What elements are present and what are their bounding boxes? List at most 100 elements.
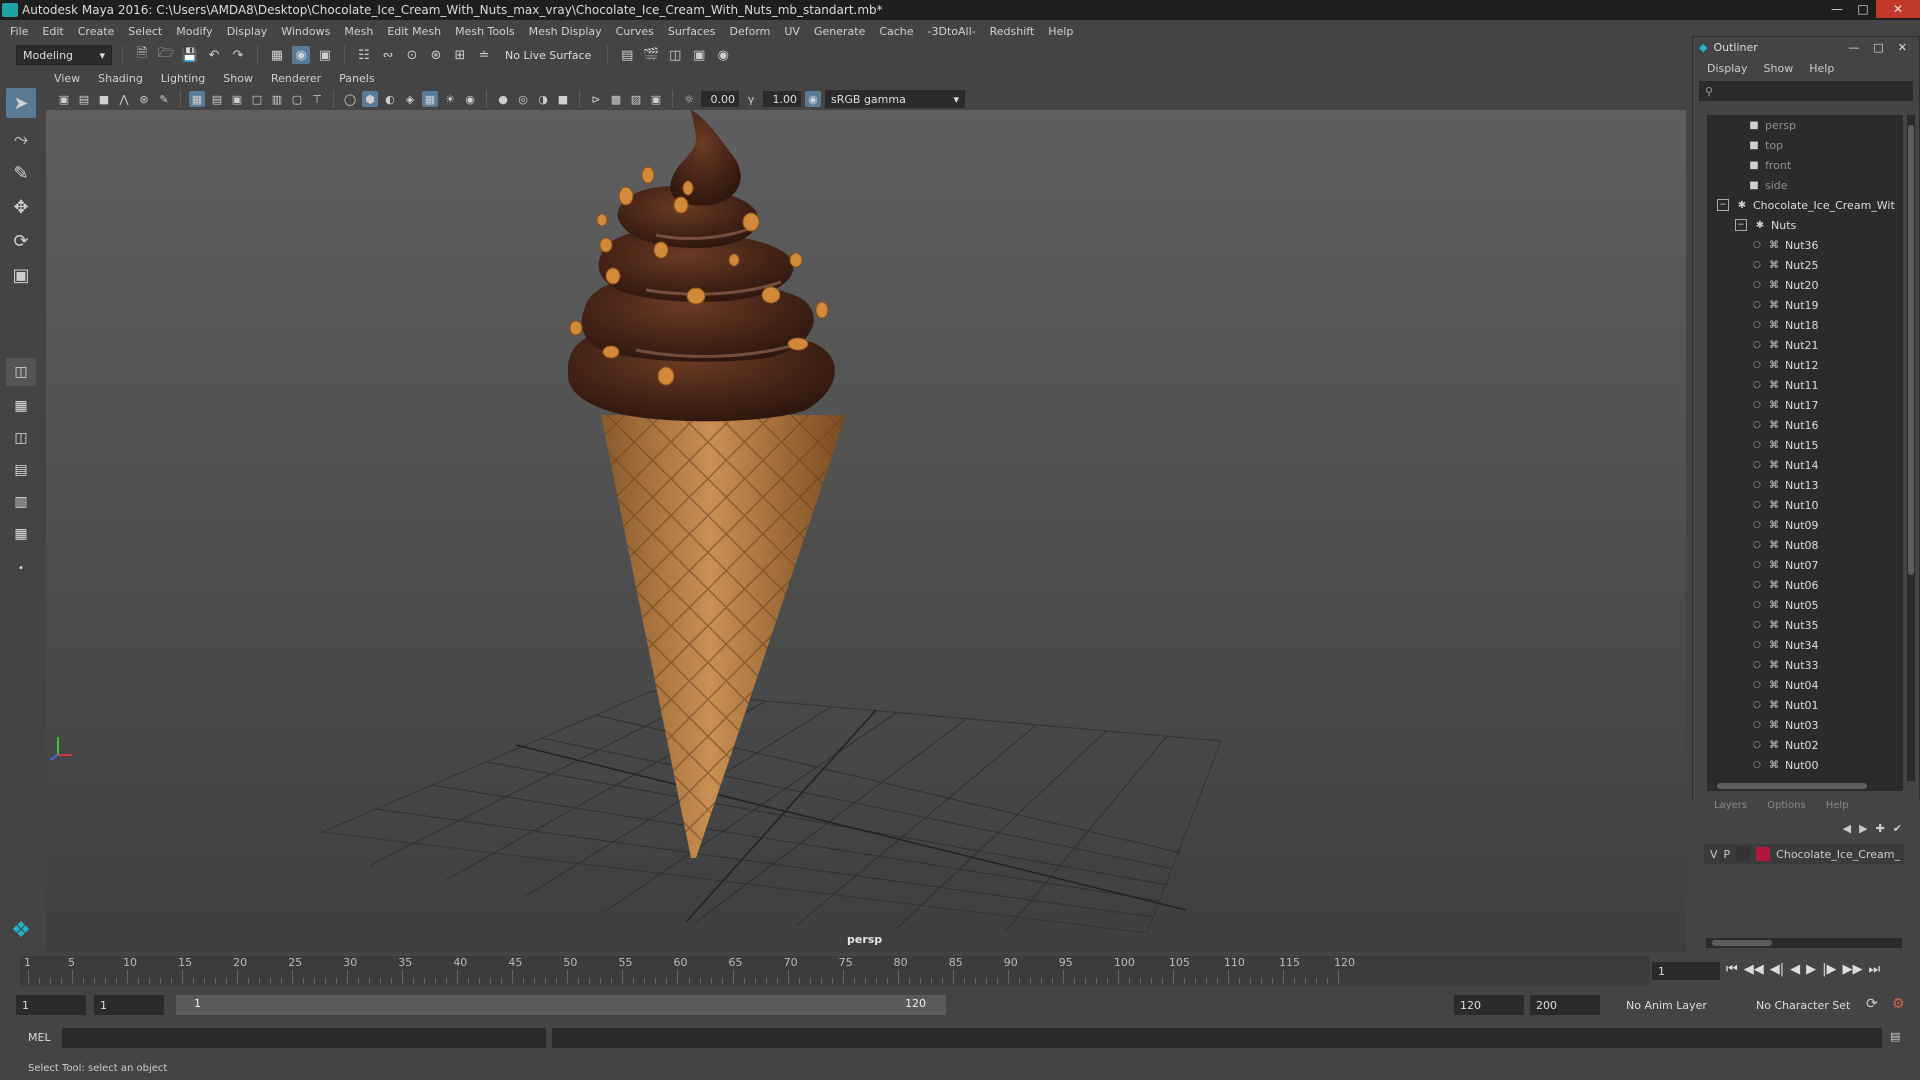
auto-key-icon[interactable]: ⟳ [1866,996,1878,1012]
undo-icon[interactable]: ↶ [205,46,223,64]
outliner-row[interactable]: ○ ⌘ Nut01 [1707,695,1903,715]
select-component-icon[interactable]: ▣ [316,46,334,64]
collapse-toggle[interactable]: − [1717,199,1729,211]
gamma-icon[interactable]: γ [743,91,759,107]
image-plane-icon[interactable]: ⋀ [116,91,132,107]
two-d-pan-icon[interactable]: ⊛ [136,91,152,107]
wireframe-icon[interactable]: ◯ [342,91,358,107]
camera-attributes-icon[interactable]: ▤ [76,91,92,107]
wireframe-on-shaded-icon[interactable]: ◐ [382,91,398,107]
outliner-row[interactable]: ○ ⌘ Nut15 [1707,435,1903,455]
go-to-start-icon[interactable]: ⏮ [1726,962,1738,977]
outliner-row[interactable]: ○ ⌘ Nut19 [1707,295,1903,315]
menu-set-dropdown[interactable]: Modeling ▾ [16,45,112,65]
outliner-row[interactable]: ■ top [1707,135,1903,155]
redo-icon[interactable]: ↷ [229,46,247,64]
outliner-row[interactable]: ○ ⌘ Nut20 [1707,275,1903,295]
layer-menu-item[interactable]: Help [1826,800,1849,814]
end-frame-field[interactable]: 200 [1530,995,1600,1015]
gate-mask-icon[interactable]: □ [249,91,265,107]
use-all-lights-icon[interactable]: ▦ [422,91,438,107]
new-layer-icon[interactable]: ✚ [1876,822,1885,835]
current-frame-field[interactable]: 1 [1652,962,1720,980]
persp-outliner-layout-icon[interactable]: ▤ [6,456,36,484]
outliner-row[interactable]: ○ ⌘ Nut11 [1707,375,1903,395]
outliner-row[interactable]: ○ ⌘ Nut21 [1707,335,1903,355]
menu-item[interactable]: UV [784,25,800,38]
playback-start-field[interactable]: 1 [94,995,164,1015]
outliner-row[interactable]: ○ ⌘ Nut02 [1707,735,1903,755]
outliner-row[interactable]: ○ ⌘ Nut10 [1707,495,1903,515]
xray-components-icon[interactable]: ◑ [535,91,551,107]
render-settings-icon[interactable]: ▤ [618,46,636,64]
menu-item[interactable]: Surfaces [668,25,716,38]
exposure-icon[interactable]: ☼ [681,91,697,107]
motion-blur-icon[interactable]: ▨ [628,91,644,107]
exposure-field[interactable]: 0.00 [701,91,739,107]
outliner-row[interactable]: − ✱ Chocolate_Ice_Cream_Wit [1707,195,1903,215]
render-view-icon[interactable]: ▣ [690,46,708,64]
time-slider[interactable]: 1 5 10 15 20 25 30 35 40 45 50 55 60 65 70 75 80 85 90 95 10… [20,956,1650,986]
collapse-toggle[interactable]: − [1735,219,1747,231]
new-scene-icon[interactable]: 🗎 [133,46,151,64]
outliner-row[interactable]: ○ ⌘ Nut03 [1707,715,1903,735]
play-backwards-icon[interactable]: ◀ [1790,962,1800,977]
outliner-menu-item[interactable]: Help [1809,62,1834,75]
outliner-row[interactable]: ○ ⌘ Nut13 [1707,475,1903,495]
menu-item[interactable]: Redshift [990,25,1035,38]
outliner-row[interactable]: ○ ⌘ Nut00 [1707,755,1903,775]
single-view-layout-icon[interactable]: ◫ [6,358,36,386]
menu-item[interactable]: Cache [879,25,913,38]
layer-playback-toggle[interactable]: P [1724,848,1731,861]
outliner-row[interactable]: ○ ⌘ Nut06 [1707,575,1903,595]
outliner-row[interactable]: ○ ⌘ Nut12 [1707,355,1903,375]
grid-toggle-icon[interactable]: ▦ [189,91,205,107]
playback-end-field[interactable]: 120 [1454,995,1524,1015]
menu-item[interactable]: Display [227,25,268,38]
go-to-end-icon[interactable]: ⏭ [1868,962,1880,977]
menu-item[interactable]: Generate [814,25,865,38]
textured-icon[interactable]: ◈ [402,91,418,107]
move-layer-up-icon[interactable]: ◀ [1843,822,1851,835]
outliner-row[interactable]: ■ front [1707,155,1903,175]
viewport-menu-item[interactable]: Lighting [161,72,205,85]
menu-item[interactable]: -3DtoAll- [928,25,976,38]
outliner-vertical-scrollbar[interactable] [1907,115,1915,781]
four-view-layout-icon[interactable]: ▦ [6,392,36,420]
camera-select-icon[interactable]: ▣ [56,91,72,107]
ambient-occlusion-icon[interactable]: ◉ [462,91,478,107]
snap-view-icon[interactable]: ⊛ [427,46,445,64]
snap-grid-icon[interactable]: ☷ [355,46,373,64]
range-slider[interactable]: 1 120 [176,995,946,1015]
step-back-frame-icon[interactable]: ◀| [1770,962,1784,977]
viewport-menu-item[interactable]: Panels [339,72,374,85]
menu-item[interactable]: Select [128,25,162,38]
shadows-icon[interactable]: ☀ [442,91,458,107]
outliner-maximize-button[interactable]: □ [1873,41,1883,54]
outliner-row[interactable]: ○ ⌘ Nut35 [1707,615,1903,635]
outliner-row[interactable]: ○ ⌘ Nut07 [1707,555,1903,575]
film-gate-icon[interactable]: ▤ [209,91,225,107]
color-space-dropdown[interactable]: sRGB gamma ▾ [825,90,965,108]
layer-display-type[interactable] [1736,847,1751,861]
viewport-menu-item[interactable]: View [54,72,80,85]
outliner-menu-item[interactable]: Show [1764,62,1794,75]
menu-item[interactable]: Mesh Display [529,25,602,38]
outliner-row[interactable]: ○ ⌘ Nut05 [1707,595,1903,615]
menu-item[interactable]: Edit [42,25,63,38]
script-editor-icon[interactable]: ▤ [1890,1030,1900,1043]
snap-curve-icon[interactable]: ∾ [379,46,397,64]
save-scene-icon[interactable]: 💾 [181,46,199,64]
menu-item[interactable]: Curves [616,25,654,38]
maya-home-icon[interactable]: ❖ [6,916,36,944]
move-tool-icon[interactable]: ✥ [6,192,36,222]
side-by-side-layout-icon[interactable]: ◫ [6,424,36,452]
hypershade-layout-icon[interactable]: ▦ [6,520,36,548]
outliner-row[interactable]: ○ ⌘ Nut33 [1707,655,1903,675]
viewport-menu-item[interactable]: Show [223,72,253,85]
menu-item[interactable]: Modify [176,25,212,38]
character-set-dropdown[interactable]: No Character Set [1750,995,1862,1015]
live-surface-field[interactable]: No Live Surface [499,49,597,62]
scale-tool-icon[interactable]: ▣ [6,260,36,290]
viewport-menu-item[interactable]: Shading [98,72,143,85]
